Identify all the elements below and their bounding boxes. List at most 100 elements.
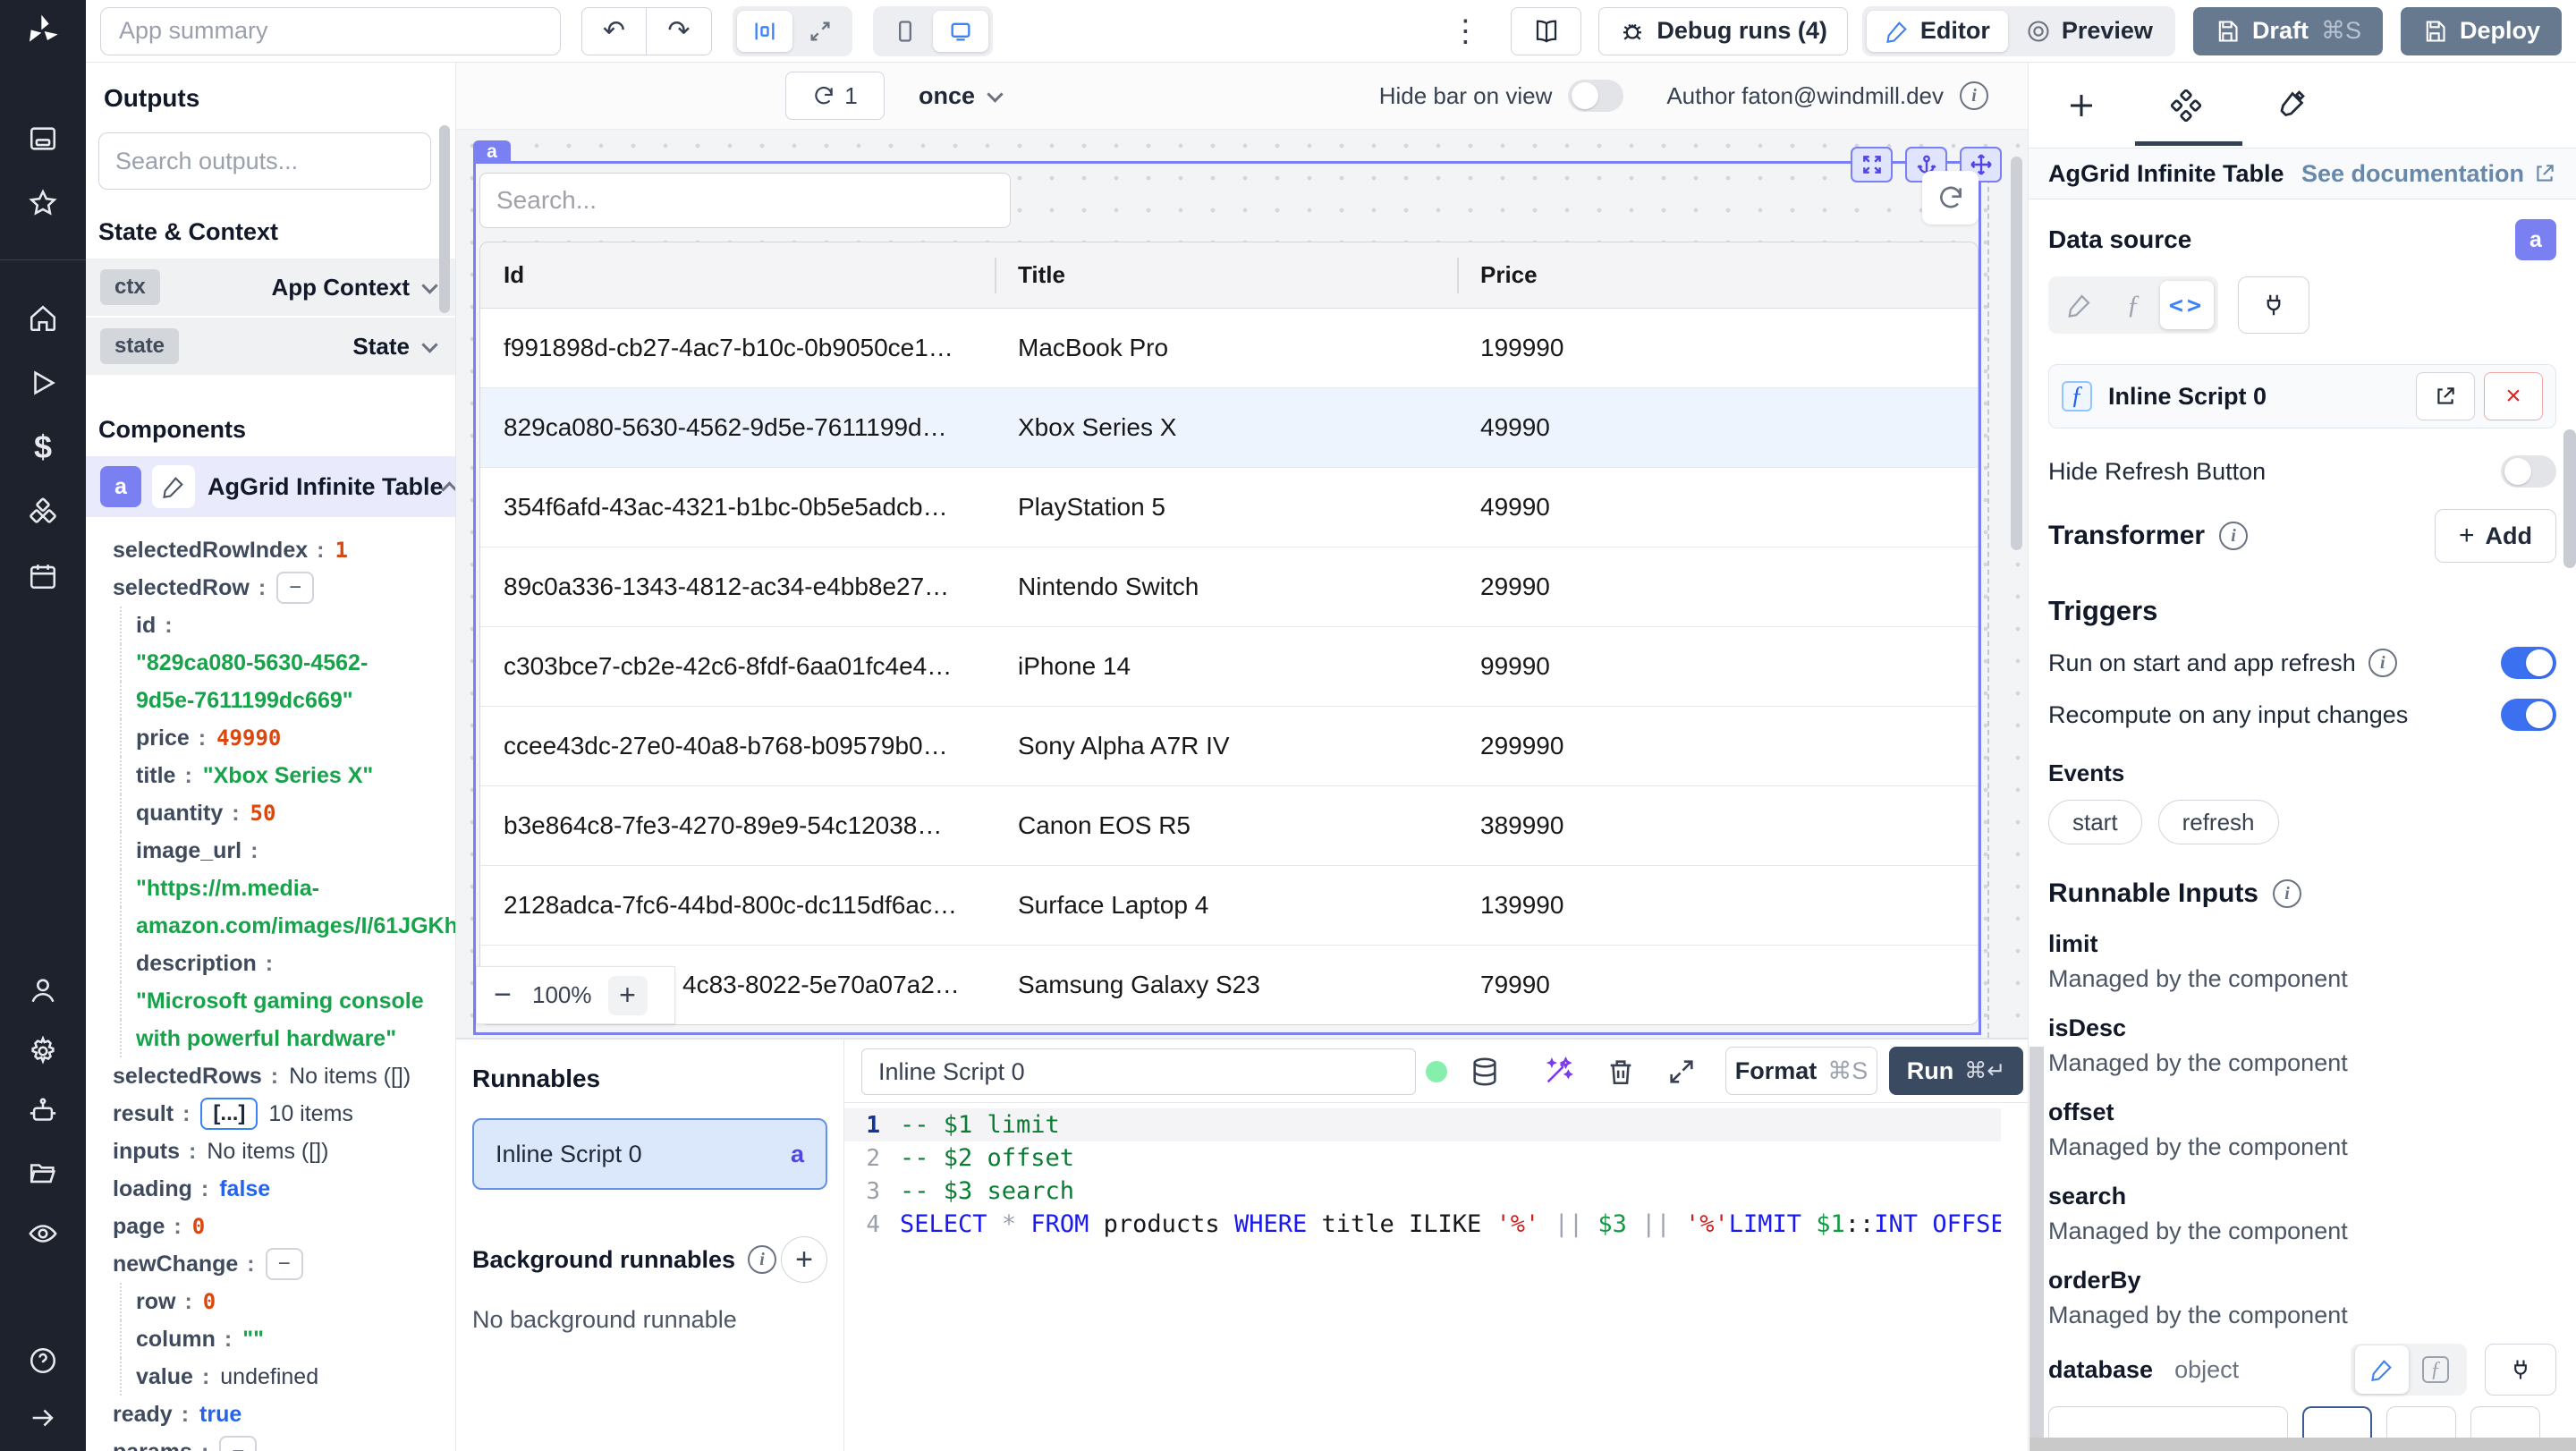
help-icon[interactable]: [22, 1340, 64, 1381]
table-row[interactable]: b3e864c8-7fe3-4270-89e9-54c12038… Canon E…: [480, 786, 1978, 866]
data-source-script-item[interactable]: ƒ Inline Script 0 ×: [2048, 364, 2556, 429]
undo-button[interactable]: ↶: [581, 6, 647, 55]
info-icon[interactable]: i: [2273, 879, 2301, 908]
styling-brush-tab[interactable]: [2268, 84, 2311, 127]
event-chip-refresh[interactable]: refresh: [2157, 800, 2279, 844]
mobile-view-button[interactable]: [877, 11, 933, 52]
windmill-logo[interactable]: [0, 0, 86, 63]
add-transformer-button[interactable]: + Add: [2434, 509, 2556, 563]
delete-script-button[interactable]: [1601, 1052, 1640, 1091]
database-partial-inputs[interactable]: [2048, 1406, 2556, 1442]
table-row[interactable]: 89c0a336-1343-4812-ac34-e4bb8e27… Nintend…: [480, 547, 1978, 627]
app-summary-input[interactable]: [100, 6, 561, 55]
table-column-header[interactable]: Id: [480, 242, 995, 308]
table-refresh-button[interactable]: [1922, 171, 1979, 225]
table-row[interactable]: 829ca080-5630-4562-9d5e-7611199d… Xbox Se…: [480, 388, 1978, 468]
table-row[interactable]: f991898d-cb27-4ac7-b10c-0b9050ce1… MacBoo…: [480, 309, 1978, 388]
canvas-grid[interactable]: a IdTitlePrice f991898d-cb27-4ac7-b10c-0…: [456, 130, 2028, 1038]
database-plug-button[interactable]: [2485, 1344, 2556, 1396]
connect-plug-button[interactable]: [2238, 276, 2309, 334]
code-editor[interactable]: 1 -- $1 limit 2 -- $2 offset 3 -- $3 search 4 S…: [844, 1103, 2001, 1451]
fullwidth-button[interactable]: [792, 11, 848, 52]
ctx-row[interactable]: ctx App Context: [86, 259, 455, 316]
table-column-header[interactable]: Title: [995, 242, 1457, 308]
audit-eye-icon[interactable]: [22, 1213, 64, 1254]
home-icon[interactable]: [22, 298, 64, 339]
table-row[interactable]: 2128adca-7fc6-44bd-800c-dc115df6ac… Surfa…: [480, 866, 1978, 946]
table-row[interactable]: ccee43dc-27e0-40a8-b768-b09579b0… Sony Al…: [480, 707, 1978, 786]
favorites-star-icon[interactable]: [22, 182, 64, 224]
info-icon[interactable]: i: [748, 1245, 777, 1274]
database-pencil-mode[interactable]: [2355, 1345, 2409, 1394]
event-chip-start[interactable]: start: [2048, 800, 2142, 844]
info-icon[interactable]: i: [2219, 522, 2249, 550]
collapse-arrow-icon[interactable]: [22, 1397, 64, 1438]
table-search-input[interactable]: [479, 173, 1011, 228]
info-icon[interactable]: i: [1960, 81, 1988, 110]
tree-collapse-toggle[interactable]: [...]: [200, 1098, 258, 1130]
hide-refresh-toggle[interactable]: [2501, 455, 2556, 488]
panel-scrollbar[interactable]: [2563, 429, 2576, 568]
editor-tab[interactable]: Editor: [1866, 10, 2008, 52]
zoom-in-button[interactable]: +: [607, 975, 648, 1015]
insert-component-tab[interactable]: [2060, 84, 2103, 127]
database-icon-button[interactable]: [1465, 1052, 1504, 1091]
tree-collapse-toggle[interactable]: −: [219, 1436, 258, 1451]
schedules-icon[interactable]: [22, 556, 64, 597]
eval-code-mode[interactable]: <>: [2160, 281, 2214, 329]
settings-gear-icon[interactable]: [22, 1031, 64, 1072]
workers-robot-icon[interactable]: [22, 1091, 64, 1133]
resources-icon[interactable]: [22, 491, 64, 532]
deploy-button[interactable]: Deploy: [2400, 6, 2562, 55]
users-icon[interactable]: [22, 970, 64, 1011]
format-button[interactable]: Format ⌘S: [1725, 1047, 1877, 1095]
recompute-toggle[interactable]: [2501, 699, 2556, 731]
settings-components-tab[interactable]: [2165, 84, 2207, 127]
search-outputs-input[interactable]: [98, 132, 431, 190]
static-pencil-mode[interactable]: [2053, 281, 2106, 329]
table-row[interactable]: 354f6afd-43ac-4321-b1bc-0b5e5adcb… PlaySt…: [480, 468, 1978, 547]
ai-wand-button[interactable]: [1538, 1052, 1578, 1091]
add-background-runnable-button[interactable]: +: [781, 1236, 827, 1283]
interval-dropdown[interactable]: once: [919, 82, 1006, 110]
table-column-header[interactable]: Price: [1457, 242, 1978, 308]
panel-horizontal-scrollbar[interactable]: [2029, 1438, 2576, 1451]
canvas-scrollbar[interactable]: [2011, 157, 2022, 550]
component-output-row[interactable]: a AgGrid Infinite Table: [86, 456, 455, 517]
panel-resize-handle[interactable]: [2029, 1047, 2044, 1438]
state-row[interactable]: state State: [86, 318, 455, 375]
aggrid-component[interactable]: a IdTitlePrice f991898d-cb27-4ac7-b10c-0…: [473, 140, 2002, 1035]
outputs-scrollbar[interactable]: [439, 125, 450, 313]
desktop-view-button[interactable]: [933, 10, 988, 52]
detach-script-button[interactable]: ×: [2484, 372, 2543, 420]
open-script-button[interactable]: [2416, 372, 2475, 420]
more-menu-icon[interactable]: ⋮: [1450, 13, 1480, 49]
tree-collapse-toggle[interactable]: −: [276, 572, 315, 604]
rename-component-button[interactable]: [152, 465, 195, 508]
script-name-input[interactable]: [861, 1048, 1416, 1095]
database-template-mode[interactable]: ƒ: [2409, 1345, 2462, 1394]
expand-component-button[interactable]: [1851, 147, 1893, 182]
template-mode[interactable]: ƒ: [2106, 281, 2160, 329]
see-documentation-link[interactable]: See documentation: [2301, 160, 2556, 188]
preview-tab[interactable]: Preview: [2008, 11, 2171, 52]
table-row[interactable]: 4c83-8022-5e70a07a2… Samsung Galaxy S23 79…: [480, 946, 1978, 1024]
run-on-start-toggle[interactable]: [2501, 647, 2556, 679]
folders-icon[interactable]: [22, 1152, 64, 1193]
redo-button[interactable]: ↷: [647, 6, 712, 55]
variables-icon[interactable]: $: [22, 427, 64, 468]
hide-bar-toggle[interactable]: [1568, 80, 1624, 112]
component-id-tab[interactable]: a: [473, 140, 511, 164]
zoom-out-button[interactable]: −: [489, 978, 516, 1013]
center-align-button[interactable]: [737, 10, 792, 52]
table-row[interactable]: c303bce7-cb2e-42c6-8fdf-6aa01fc4e4… iPhon…: [480, 627, 1978, 707]
debug-runs-button[interactable]: Debug runs (4): [1598, 6, 1848, 55]
runs-icon[interactable]: [22, 362, 64, 403]
workspace-icon[interactable]: [22, 118, 64, 159]
draft-button[interactable]: Draft ⌘S: [2192, 6, 2383, 55]
runnable-item-inline-script-0[interactable]: Inline Script 0 a: [472, 1118, 827, 1190]
tree-collapse-toggle[interactable]: −: [265, 1248, 303, 1280]
documentation-book-button[interactable]: [1511, 6, 1582, 55]
refresh-count-button[interactable]: 1: [785, 72, 885, 120]
expand-editor-button[interactable]: [1662, 1052, 1701, 1091]
